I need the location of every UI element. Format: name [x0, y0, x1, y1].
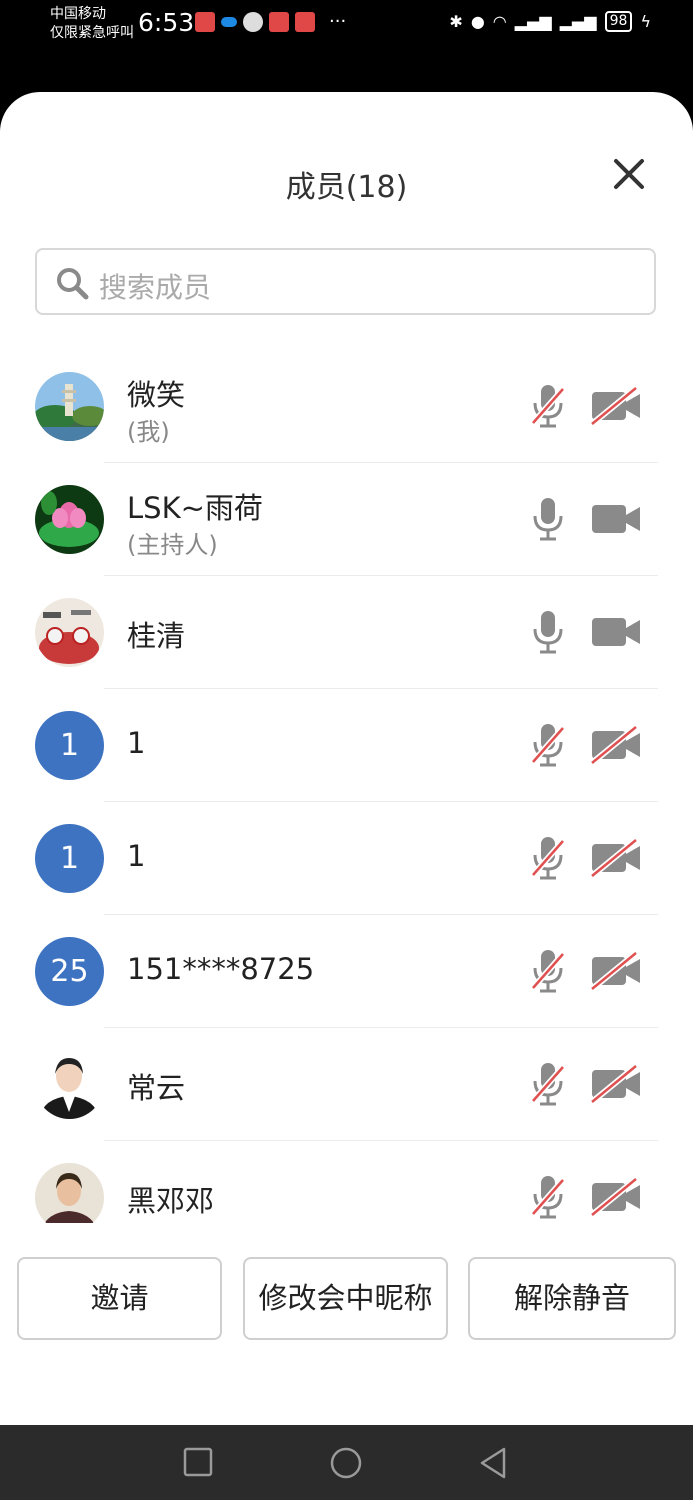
mic-icon[interactable]: [529, 609, 567, 655]
member-name: 1: [127, 726, 146, 760]
mic-icon[interactable]: [529, 496, 567, 542]
close-icon[interactable]: [609, 154, 649, 194]
mic-muted-icon[interactable]: [529, 835, 567, 881]
search-icon: [57, 268, 89, 300]
notification-icons: ···: [195, 11, 346, 32]
member-name: 151****8725: [127, 952, 315, 986]
member-row[interactable]: 常云: [0, 1028, 693, 1141]
bluetooth-icon: ✱: [449, 12, 463, 31]
member-role: (主持人): [127, 531, 218, 559]
unmute-button[interactable]: 解除静音: [468, 1257, 676, 1340]
member-row[interactable]: LSK~雨荷 (主持人): [0, 463, 693, 576]
member-role: (我): [127, 418, 170, 446]
system-icons: ✱ ● ◠ ▂▄▆ ▂▄▆ 98 ϟ: [449, 11, 651, 32]
invite-button[interactable]: 邀请: [17, 1257, 222, 1340]
avatar: [35, 1163, 104, 1223]
carrier-status: 仅限紧急呼叫: [50, 25, 134, 41]
mic-muted-icon[interactable]: [529, 1061, 567, 1107]
avatar: [35, 372, 104, 441]
carrier-text: 中国移动 仅限紧急呼叫: [50, 5, 134, 43]
member-row[interactable]: 桂清: [0, 576, 693, 689]
member-name: 常云: [127, 1071, 186, 1105]
member-row[interactable]: 微笑 (我): [0, 350, 693, 463]
sheet-title: 成员(18): [285, 170, 408, 205]
search-input[interactable]: 搜索成员: [35, 248, 656, 315]
mic-muted-icon[interactable]: [529, 948, 567, 994]
avatar: [35, 1050, 104, 1119]
signal-icon-2: ▂▄▆: [559, 12, 597, 31]
battery-icon: 98: [604, 11, 633, 32]
search-placeholder: 搜索成员: [99, 271, 212, 304]
avatar: 25: [35, 937, 104, 1006]
wechat-icon: [243, 11, 263, 32]
app-notification-icon: [269, 11, 289, 32]
carrier-name: 中国移动: [50, 6, 106, 22]
app-notification-icon: [295, 11, 315, 32]
signal-icon: ▂▄▆: [514, 12, 552, 31]
member-row[interactable]: 25 151****8725: [0, 915, 693, 1028]
navigation-bar: [0, 1425, 693, 1500]
clock: 6:53: [138, 8, 195, 37]
camera-off-icon[interactable]: [590, 951, 642, 991]
avatar: [35, 598, 104, 667]
mic-muted-icon[interactable]: [529, 383, 567, 429]
camera-off-icon[interactable]: [590, 386, 642, 426]
member-row[interactable]: 黑邓邓: [0, 1141, 693, 1223]
camera-off-icon[interactable]: [590, 1064, 642, 1104]
member-list[interactable]: 微笑 (我) LSK~雨荷 (主持人) 桂清 1 1 1 1 25 151***…: [0, 350, 693, 1223]
back-icon[interactable]: [478, 1446, 508, 1480]
wifi-icon: ◠: [492, 12, 507, 31]
member-name: 微笑: [127, 378, 186, 412]
avatar: 1: [35, 711, 104, 780]
more-notifications-icon: ···: [329, 11, 347, 32]
avatar: [35, 485, 104, 554]
member-row[interactable]: 1 1: [0, 802, 693, 915]
app-notification-icon: [195, 11, 215, 32]
avatar: 1: [35, 824, 104, 893]
camera-off-icon[interactable]: [590, 725, 642, 765]
microphone-status-icon: ●: [470, 12, 485, 31]
camera-icon[interactable]: [590, 612, 642, 652]
status-bar: 中国移动 仅限紧急呼叫 6:53 ··· ✱ ● ◠ ▂▄▆ ▂▄▆ 98 ϟ: [0, 0, 693, 92]
charging-icon: ϟ: [640, 12, 651, 31]
member-name: LSK~雨荷: [127, 491, 263, 525]
member-row[interactable]: 1 1: [0, 689, 693, 802]
home-icon[interactable]: [329, 1446, 363, 1480]
member-name: 桂清: [127, 619, 186, 653]
camera-icon[interactable]: [590, 499, 642, 539]
recents-icon[interactable]: [183, 1447, 213, 1477]
camera-off-icon[interactable]: [590, 838, 642, 878]
mic-muted-icon[interactable]: [529, 722, 567, 768]
rename-button[interactable]: 修改会中昵称: [243, 1257, 448, 1340]
app-notification-icon: [221, 16, 237, 27]
members-sheet: 成员(18) 搜索成员 微笑 (我) LSK~雨荷 (主持人) 桂清 1 1 1…: [0, 92, 693, 1425]
mic-muted-icon[interactable]: [529, 1174, 567, 1220]
member-name: 1: [127, 839, 146, 873]
camera-off-icon[interactable]: [590, 1177, 642, 1217]
member-name: 黑邓邓: [127, 1184, 215, 1218]
